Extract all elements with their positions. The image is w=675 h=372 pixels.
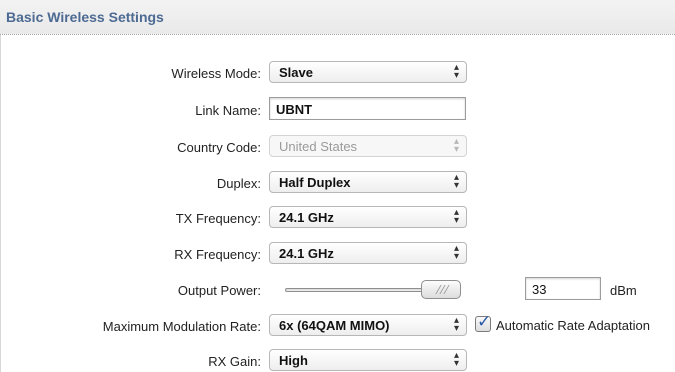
updown-chevron-icon: ▴ ▾ bbox=[453, 207, 459, 226]
auto-rate-label: Automatic Rate Adaptation bbox=[496, 318, 650, 333]
auto-rate-checkbox[interactable]: ✓ bbox=[475, 312, 491, 332]
duplex-value: Half Duplex bbox=[279, 175, 351, 190]
wireless-mode-value: Slave bbox=[279, 65, 313, 80]
tx-frequency-label: TX Frequency: bbox=[175, 211, 261, 226]
output-power-unit: dBm bbox=[610, 283, 637, 298]
link-name-label: Link Name: bbox=[195, 103, 261, 118]
basic-wireless-settings-panel: Basic Wireless Settings Wireless Mode: S… bbox=[0, 0, 675, 372]
duplex-select[interactable]: Half Duplex ▴ ▾ bbox=[269, 171, 467, 193]
updown-chevron-icon: ▴ ▾ bbox=[453, 62, 459, 81]
section-title: Basic Wireless Settings bbox=[6, 9, 164, 25]
wireless-mode-row: Wireless Mode: Slave ▴ ▾ bbox=[0, 58, 675, 88]
duplex-label: Duplex: bbox=[216, 176, 261, 191]
wireless-mode-label: Wireless Mode: bbox=[171, 66, 261, 81]
max-modulation-select[interactable]: 6x (64QAM MIMO) ▴ ▾ bbox=[269, 314, 467, 336]
country-code-row: Country Code: United States ▴ ▾ bbox=[0, 132, 675, 162]
checkmark-icon: ✓ bbox=[477, 312, 492, 331]
output-power-input[interactable]: 33 bbox=[525, 277, 601, 300]
output-power-label: Output Power: bbox=[177, 283, 261, 298]
rx-gain-label: RX Gain: bbox=[208, 354, 261, 369]
header-divider bbox=[0, 34, 675, 35]
updown-chevron-icon: ▴ ▾ bbox=[453, 315, 459, 334]
updown-chevron-icon: ▴ ▾ bbox=[453, 243, 459, 262]
max-modulation-value: 6x (64QAM MIMO) bbox=[279, 318, 390, 333]
link-name-row: Link Name: UBNT bbox=[0, 95, 675, 125]
tx-frequency-row: TX Frequency: 24.1 GHz ▴ ▾ bbox=[0, 203, 675, 233]
tx-frequency-value: 24.1 GHz bbox=[279, 210, 334, 225]
rx-gain-select[interactable]: High ▴ ▾ bbox=[269, 349, 467, 371]
max-modulation-label: Maximum Modulation Rate: bbox=[102, 319, 261, 334]
tx-frequency-select[interactable]: 24.1 GHz ▴ ▾ bbox=[269, 206, 467, 228]
rx-frequency-row: RX Frequency: 24.1 GHz ▴ ▾ bbox=[0, 239, 675, 269]
updown-chevron-icon: ▴ ▾ bbox=[453, 172, 459, 191]
duplex-row: Duplex: Half Duplex ▴ ▾ bbox=[0, 168, 675, 198]
link-name-input[interactable]: UBNT bbox=[269, 97, 466, 120]
rx-gain-row: RX Gain: High ▴ ▾ bbox=[0, 346, 675, 372]
country-code-value: United States bbox=[279, 139, 358, 154]
rx-frequency-select[interactable]: 24.1 GHz ▴ ▾ bbox=[269, 242, 467, 264]
rx-gain-value: High bbox=[279, 353, 308, 368]
output-power-row: Output Power: 33 dBm bbox=[0, 275, 675, 305]
rx-frequency-value: 24.1 GHz bbox=[279, 246, 334, 261]
country-code-select: United States ▴ ▾ bbox=[269, 135, 467, 157]
updown-chevron-icon: ▴ ▾ bbox=[453, 350, 459, 369]
updown-chevron-icon: ▴ ▾ bbox=[453, 136, 459, 155]
max-modulation-row: Maximum Modulation Rate: 6x (64QAM MIMO)… bbox=[0, 311, 675, 341]
wireless-mode-select[interactable]: Slave ▴ ▾ bbox=[269, 61, 467, 83]
rx-frequency-label: RX Frequency: bbox=[174, 247, 261, 262]
country-code-label: Country Code: bbox=[177, 140, 261, 155]
output-power-slider-handle[interactable] bbox=[421, 280, 461, 299]
section-header: Basic Wireless Settings bbox=[0, 0, 675, 34]
